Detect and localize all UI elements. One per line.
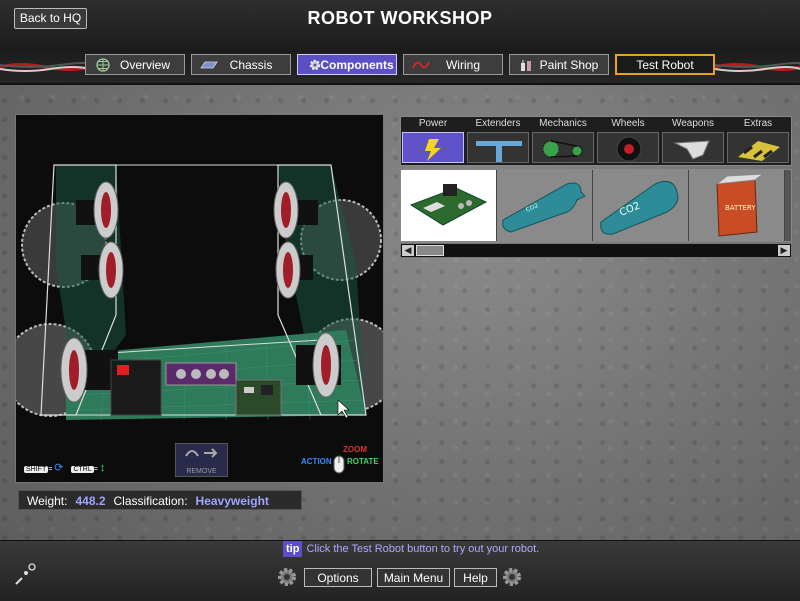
part-category-tabs: Power Extenders Mechanics Wheels Weapons… bbox=[400, 116, 792, 166]
help-button[interactable]: Help bbox=[454, 568, 497, 587]
gear-icon bbox=[503, 568, 521, 586]
battery-icon: BATTERY bbox=[715, 173, 765, 237]
parts-scrollbar[interactable]: ◀ ▶ bbox=[400, 243, 792, 258]
remove-arrow-icon bbox=[184, 448, 217, 458]
shift-equals: = bbox=[48, 466, 53, 473]
weight-label: Weight: bbox=[27, 494, 68, 508]
category-extenders[interactable]: Extenders bbox=[466, 117, 530, 165]
options-button[interactable]: Options bbox=[304, 568, 372, 587]
cable-left-decoration bbox=[0, 62, 90, 72]
category-mechanics[interactable]: Mechanics bbox=[531, 117, 595, 165]
part-next-partial[interactable] bbox=[785, 170, 791, 241]
weight-value: 448.2 bbox=[75, 494, 106, 508]
tab-components-label: Components bbox=[320, 58, 394, 72]
category-extras[interactable]: Extras bbox=[726, 117, 790, 165]
scroll-right-arrow[interactable]: ▶ bbox=[778, 245, 790, 256]
tab-chassis[interactable]: Chassis bbox=[191, 54, 291, 75]
tab-paint-shop[interactable]: Paint Shop bbox=[509, 54, 609, 75]
category-wheels-label: Wheels bbox=[611, 118, 645, 129]
rotate-icon: ⟳ bbox=[54, 462, 64, 474]
battery-label: BATTERY bbox=[725, 204, 756, 212]
wheel-icon bbox=[616, 136, 642, 162]
classification-value: Heavyweight bbox=[195, 494, 269, 508]
extender-icon bbox=[476, 141, 522, 162]
tab-overview[interactable]: Overview bbox=[85, 54, 185, 75]
ctrl-key-hint: CTRL bbox=[71, 466, 94, 473]
scroll-thumb[interactable] bbox=[416, 245, 444, 256]
page-title: ROBOT WORKSHOP bbox=[307, 8, 493, 28]
tab-components[interactable]: Components bbox=[297, 54, 397, 75]
gear-icon bbox=[278, 568, 296, 586]
blade-icon bbox=[673, 140, 710, 160]
part-battery[interactable]: BATTERY bbox=[689, 170, 785, 241]
mouse-icon bbox=[333, 455, 345, 474]
battery-light bbox=[117, 365, 129, 375]
cable-right-decoration bbox=[715, 62, 800, 72]
shift-key-hint: SHIFT bbox=[24, 466, 49, 473]
vertical-move-icon: ↕ bbox=[99, 462, 106, 474]
category-extras-label: Extras bbox=[743, 118, 773, 129]
co2-tank-icon: CO2 bbox=[600, 180, 679, 235]
tab-overview-label: Overview bbox=[119, 58, 170, 72]
remove-label: REMOVE bbox=[186, 468, 217, 475]
test-robot-button[interactable]: Test Robot bbox=[615, 54, 715, 75]
category-mechanics-label: Mechanics bbox=[539, 118, 587, 129]
tab-chassis-label: Chassis bbox=[229, 58, 273, 72]
ctrl-equals: = bbox=[93, 466, 98, 473]
action-label: ACTION bbox=[301, 457, 332, 466]
rotate-label: ROTATE bbox=[347, 457, 379, 466]
tab-wiring-label: Wiring bbox=[445, 58, 480, 72]
hazard-icon bbox=[738, 141, 780, 161]
scroll-left-arrow[interactable]: ◀ bbox=[402, 245, 414, 256]
mouse-legend: ZOOM ACTION ROTATE bbox=[301, 445, 381, 479]
tip-text: Click the Test Robot button to try out y… bbox=[306, 543, 540, 555]
circuit-board bbox=[235, 379, 282, 416]
test-robot-label: Test Robot bbox=[636, 58, 694, 72]
tab-wiring[interactable]: Wiring bbox=[403, 54, 503, 75]
circuit-board-icon bbox=[409, 184, 488, 226]
main-menu-button[interactable]: Main Menu bbox=[377, 568, 450, 587]
robot-stats-bar: Weight: 448.2 Classification: Heavyweight bbox=[18, 490, 302, 510]
parts-strip: CO2 CO2 BATTERY bbox=[400, 169, 792, 242]
category-power[interactable]: Power bbox=[401, 117, 465, 165]
robot-3d-viewport[interactable]: SHIFT = ⟳ CTRL = ↕ REMOVE ZOOM ACTION ROTA… bbox=[15, 114, 384, 483]
part-speed-controller[interactable] bbox=[401, 170, 497, 241]
zoom-label: ZOOM bbox=[343, 445, 367, 454]
tip-badge: tip bbox=[283, 541, 303, 557]
control-hints: SHIFT = ⟳ CTRL = ↕ bbox=[24, 463, 105, 475]
category-power-label: Power bbox=[418, 118, 448, 129]
tip-line: tip Click the Test Robot button to try ou… bbox=[283, 541, 539, 557]
remove-part-button[interactable]: REMOVE bbox=[175, 443, 228, 477]
part-co2-tank[interactable]: CO2 bbox=[593, 170, 689, 241]
chain-icon bbox=[542, 140, 583, 158]
gas-tank-icon: CO2 bbox=[502, 182, 586, 233]
header-bar: Back to HQ ROBOT WORKSHOP Overview Chass… bbox=[0, 0, 800, 85]
part-gas-tank[interactable]: CO2 bbox=[497, 170, 593, 241]
classification-label: Classification: bbox=[113, 494, 188, 508]
robot-model bbox=[16, 164, 383, 421]
loading-dots-icon bbox=[15, 563, 36, 585]
category-extenders-label: Extenders bbox=[475, 118, 521, 129]
category-wheels[interactable]: Wheels bbox=[596, 117, 660, 165]
lightning-icon bbox=[425, 139, 441, 161]
category-weapons-label: Weapons bbox=[671, 118, 715, 129]
tab-paint-shop-label: Paint Shop bbox=[539, 58, 599, 72]
category-weapons[interactable]: Weapons bbox=[661, 117, 725, 165]
